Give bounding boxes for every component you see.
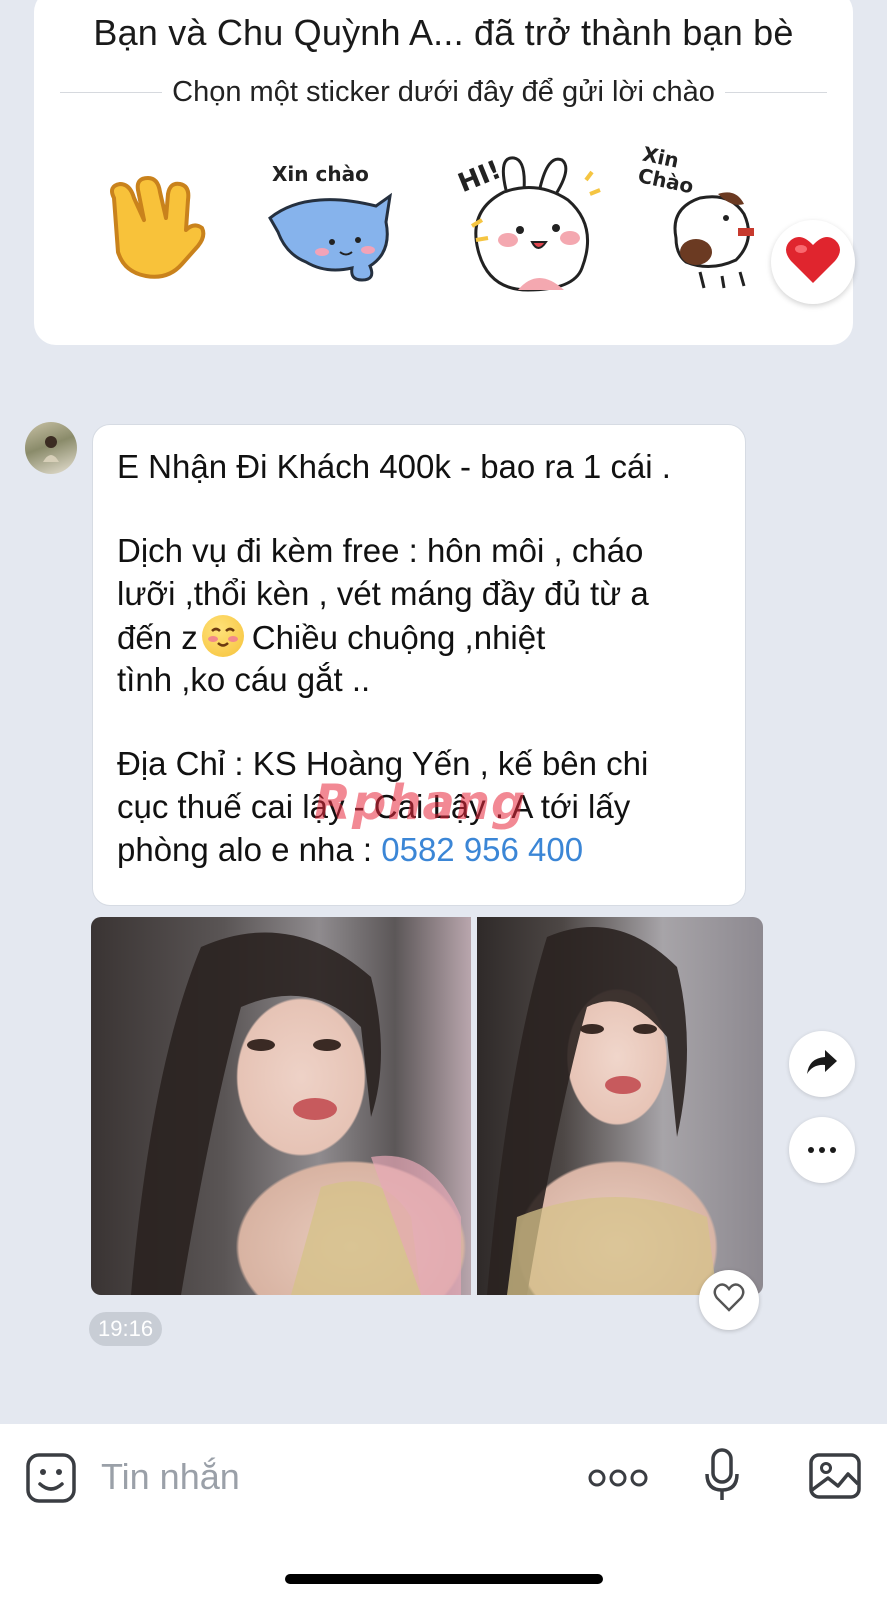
ellipsis-icon bbox=[807, 1141, 837, 1159]
more-icon[interactable] bbox=[588, 1468, 648, 1493]
message-text-line-with-phone: phòng alo e nha : 0582 956 400 bbox=[117, 828, 721, 871]
message-text-line: cục thuế cai lậy - Cai Lậy . A tới lấy bbox=[117, 788, 631, 825]
divider bbox=[60, 91, 163, 93]
bunny-sticker-icon[interactable]: HI! bbox=[448, 150, 608, 295]
message-text-segment: phòng alo e nha : bbox=[117, 831, 382, 868]
phone-number-link[interactable]: 0582 956 400 bbox=[381, 831, 583, 868]
avatar[interactable] bbox=[25, 422, 77, 474]
message-text-line: Địa Chỉ : KS Hoàng Yến , kế bên chi bbox=[117, 745, 649, 782]
microphone-icon[interactable] bbox=[704, 1448, 740, 1507]
more-options-button[interactable] bbox=[789, 1117, 855, 1183]
heart-icon bbox=[785, 235, 841, 290]
message-input[interactable]: Tin nhắn bbox=[101, 1456, 240, 1498]
forward-arrow-icon bbox=[805, 1048, 839, 1081]
home-indicator bbox=[285, 1574, 603, 1584]
friend-banner-card: Bạn và Chu Quỳnh A... đã trở thành bạn b… bbox=[34, 0, 853, 345]
photo-attachment[interactable] bbox=[91, 917, 471, 1295]
dog-sticker-icon[interactable]: Xin Chào bbox=[636, 142, 790, 293]
message-bubble[interactable]: E Nhận Đi Khách 400k - bao ra 1 cái . Dị… bbox=[92, 424, 746, 906]
friend-banner-subtitle-row: Chọn một sticker dưới đây để gửi lời chà… bbox=[60, 72, 828, 112]
message-timestamp: 19:16 bbox=[89, 1312, 163, 1346]
friend-banner-subtitle: Chọn một sticker dưới đây để gửi lời chà… bbox=[172, 75, 715, 108]
friend-banner-title: Bạn và Chu Quỳnh A... đã trở thành bạn b… bbox=[93, 12, 794, 53]
blushing-face-icon bbox=[201, 615, 244, 657]
message-text-segment: đến z bbox=[117, 619, 198, 656]
message-text-line-with-emoji: đến z Chiều chuộng ,nhiệt bbox=[117, 615, 721, 658]
waving-hand-icon[interactable] bbox=[94, 168, 209, 283]
emoji-icon[interactable] bbox=[25, 1452, 77, 1509]
message-text-line: tình ,ko cáu gắt .. bbox=[117, 661, 371, 698]
message-text-line: Dịch vụ đi kèm free : hôn môi , cháo bbox=[117, 532, 644, 569]
message-text-line: E Nhận Đi Khách 400k - bao ra 1 cái . bbox=[117, 448, 671, 485]
image-icon[interactable] bbox=[808, 1452, 862, 1505]
message-text-line: lưỡi ,thổi kèn , vét máng đầy đủ từ a bbox=[117, 575, 649, 612]
heart-reaction-button[interactable] bbox=[771, 220, 855, 304]
photo-attachment[interactable] bbox=[477, 917, 763, 1295]
photo-like-button[interactable] bbox=[699, 1270, 759, 1330]
forward-button[interactable] bbox=[789, 1031, 855, 1097]
divider bbox=[724, 91, 828, 93]
message-text-segment: Chiều chuộng ,nhiệt bbox=[251, 619, 546, 656]
heart-outline-icon bbox=[713, 1282, 745, 1318]
blue-cat-sticker-icon[interactable]: Xin chào bbox=[266, 162, 406, 292]
